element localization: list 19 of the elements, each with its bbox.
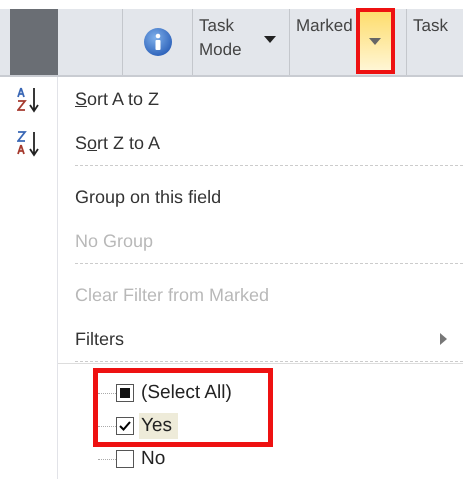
- info-icon: [142, 27, 172, 57]
- filter-option[interactable]: (Select All): [139, 380, 238, 406]
- row-header-corner: [10, 9, 58, 75]
- menu-item[interactable]: Filters: [0, 317, 463, 361]
- checkbox[interactable]: [116, 450, 134, 468]
- column-header-label[interactable]: Marked: [296, 14, 353, 38]
- sort-icon: [17, 86, 41, 112]
- menu-item[interactable]: Sort Z to A: [0, 121, 463, 165]
- menu-item[interactable]: Sort A to Z: [0, 77, 463, 121]
- filter-option[interactable]: Yes: [139, 412, 178, 438]
- column-header-label[interactable]: Task Mode: [199, 14, 249, 62]
- sort-icon: [17, 130, 41, 156]
- caret-icon: [369, 38, 382, 44]
- checkbox[interactable]: [116, 384, 134, 402]
- column-header-label[interactable]: Task: [413, 14, 463, 38]
- menu-item[interactable]: Group on this field: [0, 175, 463, 219]
- caret-icon: [264, 36, 276, 42]
- filter-option[interactable]: No: [139, 446, 172, 472]
- checkbox[interactable]: [116, 416, 134, 434]
